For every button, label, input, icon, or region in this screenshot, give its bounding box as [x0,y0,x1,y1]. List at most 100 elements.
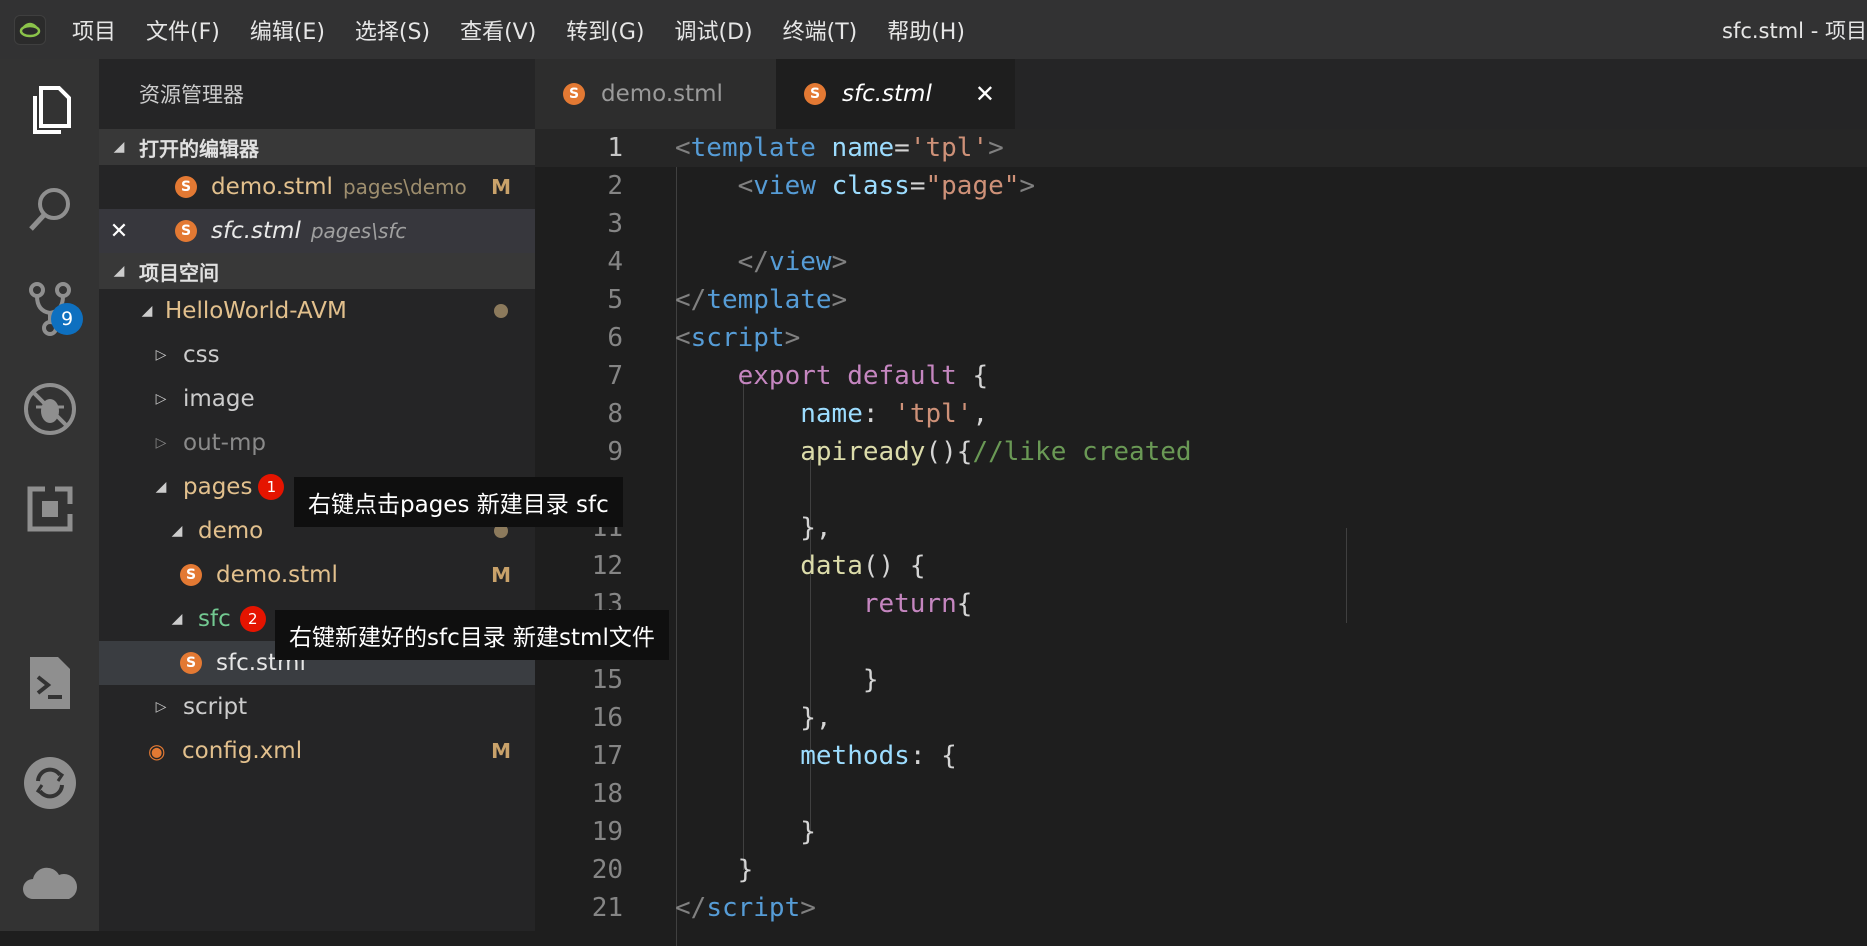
code-line: 19 } [535,813,1867,851]
stml-file-icon: S [180,652,202,674]
code-line: 4 </view> [535,243,1867,281]
hbuilder-logo-icon [19,22,41,37]
workspace-header[interactable]: ◢ 项目空间 [99,253,535,289]
code-text: data() { [800,551,926,581]
code-text: } [800,817,816,847]
code-line: 13 return{ [535,585,1867,623]
code-line: 1 <template name='tpl'> [535,129,1867,167]
code-text: </view> [737,247,848,277]
menu-file[interactable]: 文件(F) [146,14,220,46]
stml-file-icon: S [563,83,585,105]
annotation-badge-2: 2 [239,606,266,632]
menu-project[interactable]: 项目 [72,14,116,46]
tab-sfc-stml[interactable]: S sfc.stml ✕ [776,59,1015,129]
tree-folder-image[interactable]: ▷ image [99,377,535,421]
app-logo [0,0,60,59]
tab-demo-stml[interactable]: S demo.stml [535,59,776,129]
code-line: 12 data() { [535,547,1867,585]
code-line: 8 name: 'tpl', [535,395,1867,433]
modified-badge: M [491,563,511,587]
explorer-icon[interactable] [0,69,99,149]
code-text: name: 'tpl', [800,399,989,429]
code-line: 2 <view class="page"> [535,167,1867,205]
tree-folder-css[interactable]: ▷ css [99,333,535,377]
code-text: }, [800,513,832,543]
source-control-icon[interactable]: 9 [0,269,99,349]
editor-tabs: S demo.stml S sfc.stml ✕ [535,59,1867,129]
code-text: export default { [737,361,989,391]
code-line: 10 [535,471,1867,509]
code-editor[interactable]: 1 <template name='tpl'> 2 <view class="p… [535,129,1867,946]
code-text: return{ [862,589,973,619]
collapsed-caret-icon: ▷ [155,347,167,363]
search-icon[interactable] [0,169,99,249]
open-editor-demo-stml[interactable]: S demo.stml pages\demo M [99,165,535,209]
debug-icon[interactable] [0,369,99,449]
expanded-caret-icon: ◢ [141,303,153,319]
activity-bar: 9 [0,59,99,931]
code-text: </template> [675,285,848,315]
expanded-caret-icon: ◢ [171,523,183,539]
menu-goto[interactable]: 转到(G) [566,14,644,46]
tree-file-config-xml[interactable]: ◉ config.xml M [99,729,535,773]
annotation-tooltip-1: 右键点击pages 新建目录 sfc [294,477,623,527]
collapsed-caret-icon: ▷ [155,435,167,451]
modified-dot [494,304,508,318]
collapsed-caret-icon: ▷ [155,391,167,407]
code-line: 14 [535,623,1867,661]
menu-debug[interactable]: 调试(D) [675,14,753,46]
code-line: 17 methods: { [535,737,1867,775]
code-line: 3 [607,209,623,239]
menu-terminal[interactable]: 终端(T) [783,14,858,46]
code-text: methods: { [800,741,957,771]
sync-icon[interactable] [0,743,99,823]
title-bar: 项目 文件(F) 编辑(E) 选择(S) 查看(V) 转到(G) 调试(D) 终… [0,0,1867,59]
sidebar-title: 资源管理器 [139,83,244,107]
tree-root-helloworld[interactable]: ◢ HelloWorld-AVM [99,289,535,333]
code-text: } [737,855,754,885]
menu-bar: 项目 文件(F) 编辑(E) 选择(S) 查看(V) 转到(G) 调试(D) 终… [72,14,995,46]
code-text: } [862,665,879,695]
rss-xml-icon: ◉ [148,739,166,763]
code-text: }, [800,703,832,733]
open-editors-header[interactable]: ◢ 打开的编辑器 [99,129,535,165]
expanded-caret-icon: ◢ [171,611,183,627]
modified-badge: M [491,175,511,199]
code-line: 18 [591,779,623,809]
code-line: 5 </template> [535,281,1867,319]
annotation-badge-1: 1 [258,474,285,500]
code-text: apiready(){//like created [800,437,1192,467]
menu-selection[interactable]: 选择(S) [355,14,430,46]
annotation-tooltip-2: 右键新建好的sfc目录 新建stml文件 [275,610,669,660]
open-editor-sfc-stml[interactable]: ✕ S sfc.stml pages\sfc [99,209,535,253]
code-line: 6 <script> [535,319,1867,357]
code-line: 9 apiready(){//like created [535,433,1867,471]
scm-badge: 9 [51,303,83,335]
cloud-icon[interactable] [0,843,99,923]
code-line: 21 </script> [535,889,1867,927]
menu-help[interactable]: 帮助(H) [887,14,965,46]
code-line: 7 export default { [535,357,1867,395]
menu-view[interactable]: 查看(V) [460,14,536,46]
collapse-triangle-icon: ◢ [113,263,125,279]
modified-badge: M [491,739,511,763]
code-text: <template name='tpl'> [675,133,1004,163]
tab-close-icon[interactable]: ✕ [975,80,995,108]
tree-folder-script[interactable]: ▷ script [99,685,535,729]
stml-file-icon: S [804,83,826,105]
tree-file-demo-stml[interactable]: S demo.stml M [99,553,535,597]
code-text: <view class="page"> [737,171,1036,201]
terminal-icon[interactable] [0,643,99,723]
close-icon[interactable]: ✕ [99,219,139,244]
code-line: 20 } [535,851,1867,889]
stml-file-icon: S [175,176,197,198]
code-line: 11 }, [535,509,1867,547]
expanded-caret-icon: ◢ [155,479,167,495]
code-text: </script> [675,893,816,923]
stml-file-icon: S [180,564,202,586]
window-title: sfc.stml - 项目空间 [1722,18,1867,43]
extensions-icon[interactable] [0,469,99,549]
menu-edit[interactable]: 编辑(E) [250,14,325,46]
code-text: <script> [675,323,801,353]
tree-folder-out-mp[interactable]: ▷ out-mp [99,421,535,465]
